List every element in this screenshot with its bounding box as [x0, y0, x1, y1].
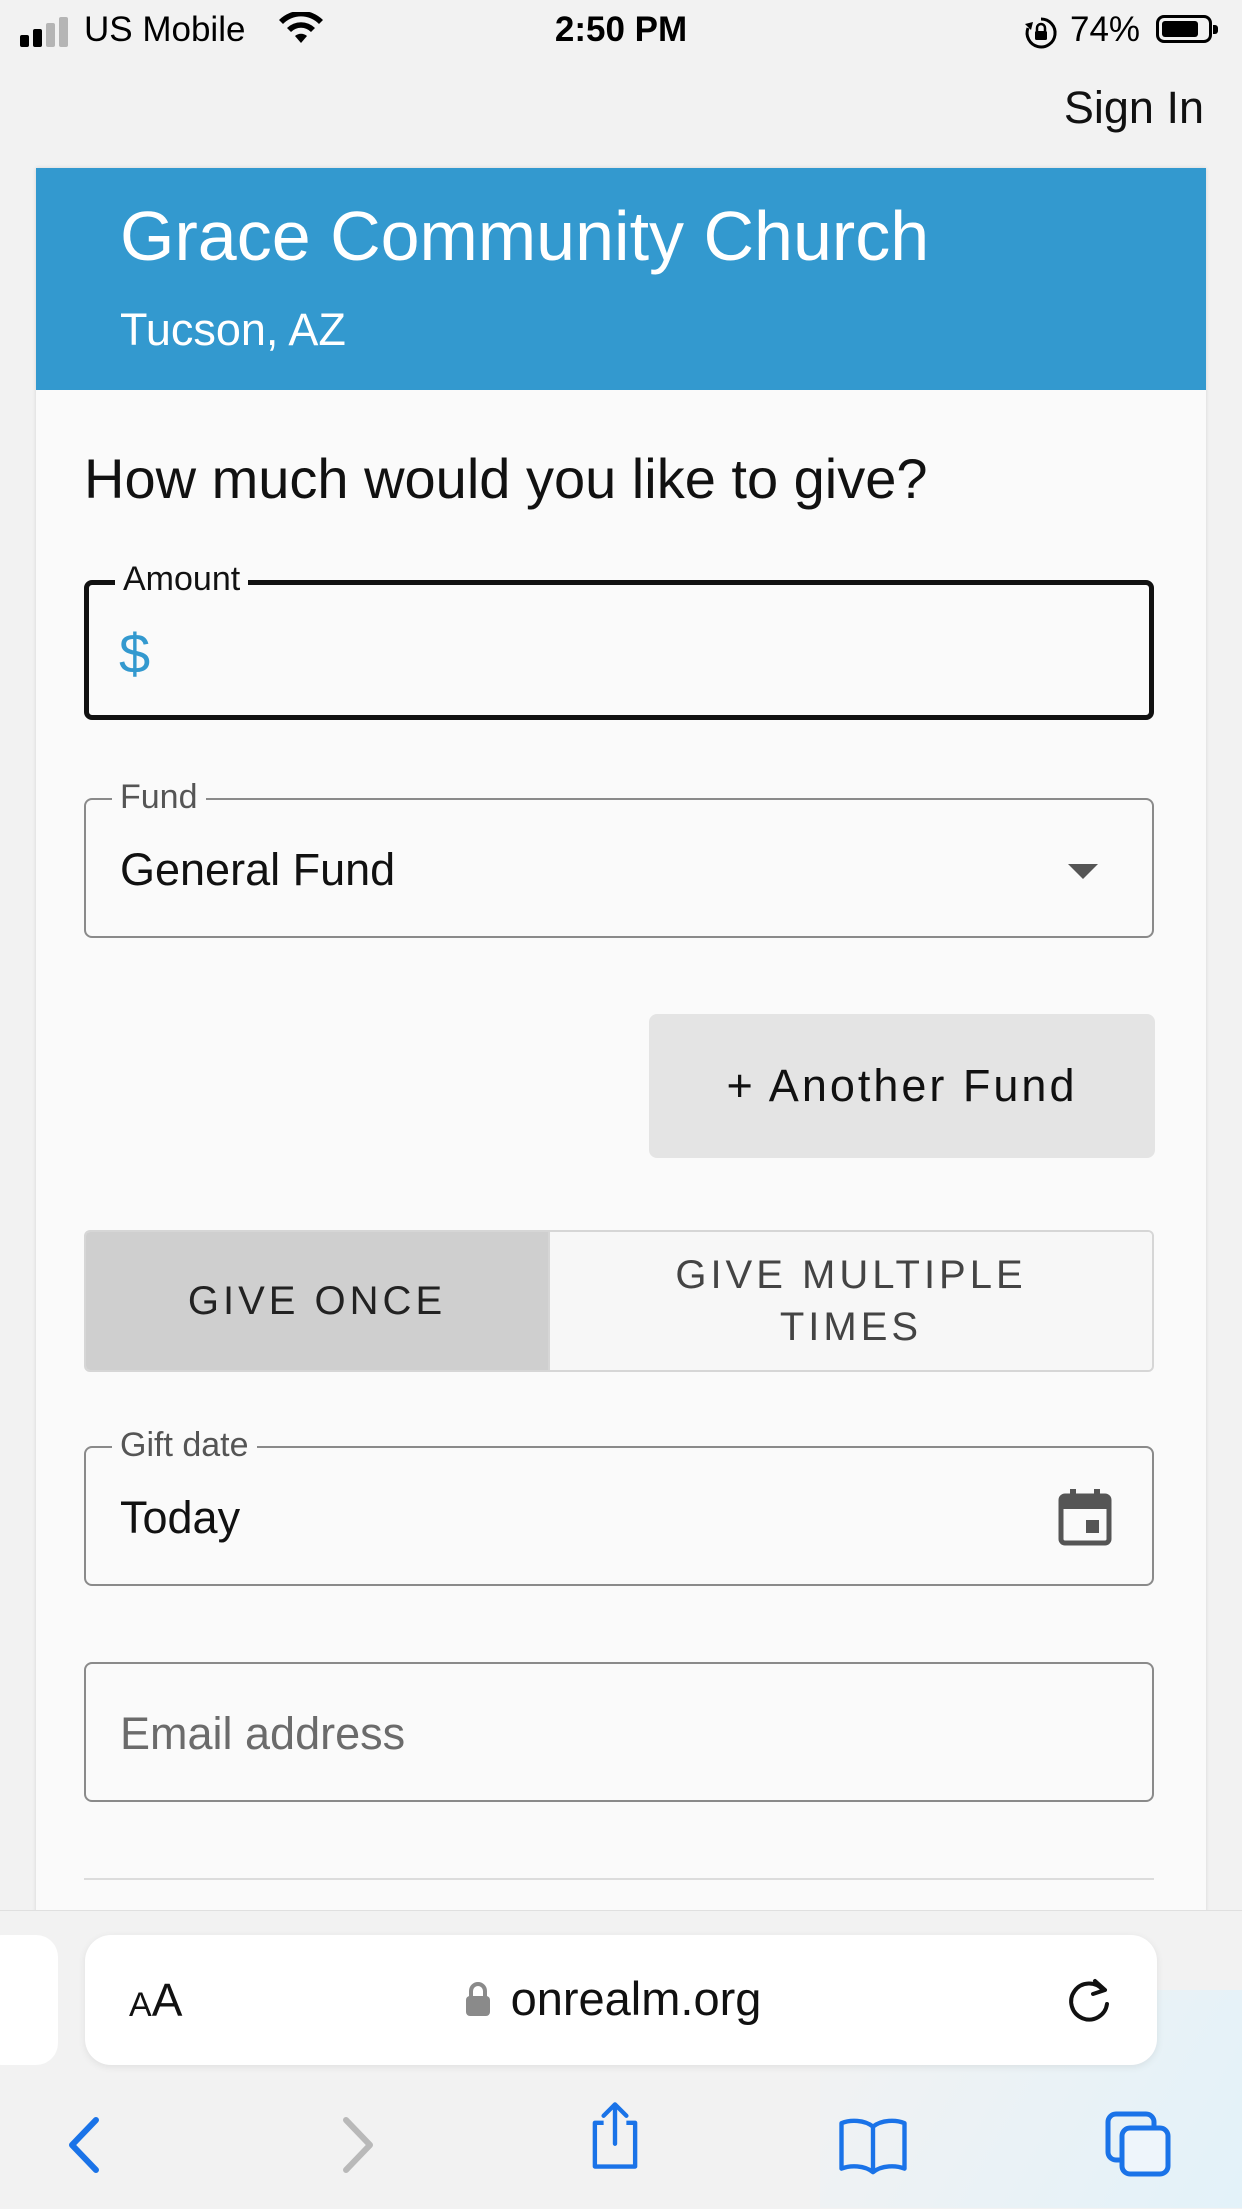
give-multiple-button[interactable]: GIVE MULTIPLE TIMES — [548, 1232, 1152, 1370]
tabs-icon[interactable] — [1104, 2110, 1174, 2180]
sign-in-link[interactable]: Sign In — [1064, 82, 1204, 134]
previous-tab-preview[interactable] — [0, 1935, 58, 2065]
gift-date-value: Today — [120, 1492, 241, 1543]
forward-icon[interactable] — [320, 2110, 390, 2180]
give-question: How much would you like to give? — [84, 447, 928, 510]
chevron-down-icon — [1068, 864, 1098, 879]
gift-date-field[interactable]: Gift date Today — [84, 1426, 1154, 1586]
another-fund-button[interactable]: + Another Fund — [649, 1014, 1155, 1158]
email-placeholder: Email address — [120, 1708, 406, 1759]
amount-field[interactable]: Amount $ — [84, 560, 1154, 720]
currency-symbol: $ — [119, 622, 151, 685]
fund-value: General Fund — [120, 844, 396, 895]
church-header: Grace Community Church Tucson, AZ — [36, 168, 1206, 390]
giving-card: Grace Community Church Tucson, AZ How mu… — [36, 168, 1206, 1918]
bookmarks-icon[interactable] — [838, 2110, 908, 2180]
url-text[interactable]: onrealm.org — [85, 1971, 1157, 2026]
fund-label: Fund — [112, 778, 206, 817]
email-field[interactable]: Email address — [84, 1662, 1154, 1802]
orientation-lock-icon — [1025, 17, 1057, 49]
frequency-toggle: GIVE ONCE GIVE MULTIPLE TIMES — [84, 1230, 1154, 1372]
status-bar: US Mobile 2:50 PM 74% — [0, 0, 1242, 62]
gift-date-label: Gift date — [112, 1426, 257, 1465]
church-name: Grace Community Church — [120, 197, 930, 275]
address-bar[interactable]: AA onrealm.org — [85, 1935, 1157, 2065]
give-once-button[interactable]: GIVE ONCE — [86, 1232, 548, 1370]
back-icon[interactable] — [52, 2110, 122, 2180]
church-location: Tucson, AZ — [120, 304, 346, 355]
calendar-icon[interactable] — [1058, 1488, 1112, 1546]
reload-icon[interactable] — [1063, 1973, 1117, 2027]
battery-icon — [1156, 15, 1218, 43]
amount-label: Amount — [115, 560, 249, 599]
fund-select[interactable]: Fund General Fund — [84, 778, 1154, 938]
share-icon[interactable] — [580, 2100, 650, 2170]
divider — [84, 1878, 1154, 1880]
lock-icon — [466, 1982, 490, 2016]
battery-percent: 74% — [1070, 10, 1141, 49]
